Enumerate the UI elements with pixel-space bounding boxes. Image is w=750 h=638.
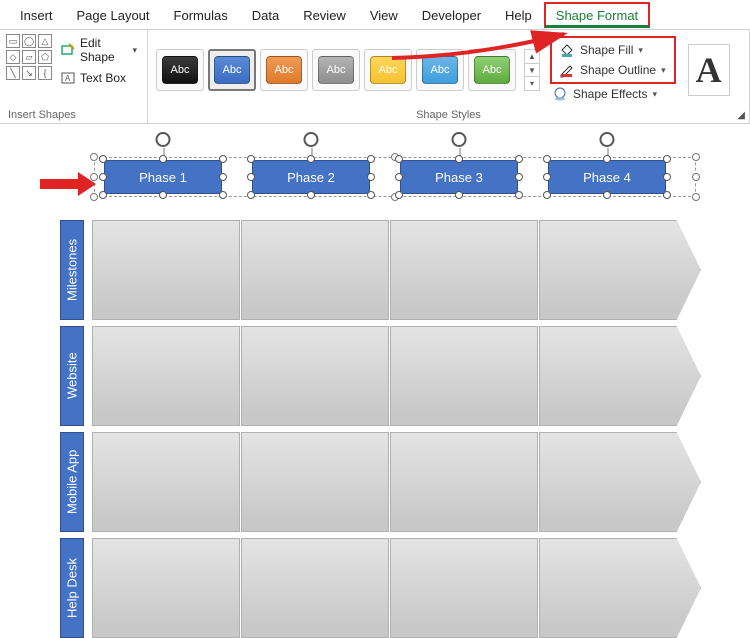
rotate-handle-icon[interactable] (600, 132, 615, 147)
roadmap-cell[interactable] (241, 326, 389, 426)
roadmap-cell[interactable] (241, 538, 389, 638)
phase-shape-2[interactable]: Phase 2 (252, 160, 370, 194)
phase-shape-3[interactable]: Phase 3 (400, 160, 518, 194)
text-box-icon: A (60, 70, 76, 86)
swatch-label: Abc (162, 56, 198, 84)
shape-outline-button[interactable]: Shape Outline ▾ (557, 61, 668, 79)
fill-outline-callout: Shape Fill ▾ Shape Outline ▾ (550, 36, 676, 84)
roadmap-cell[interactable] (390, 432, 538, 532)
text-box-label: Text Box (80, 71, 126, 85)
swatch-label: Abc (474, 56, 510, 84)
text-box-button[interactable]: A Text Box (56, 68, 141, 88)
phase-label: Phase 3 (400, 160, 518, 194)
chevron-down-icon: ▾ (638, 45, 643, 56)
shapes-gallery-mini[interactable]: ▭◯△ ◇▱⬠ ╲↘{ (6, 34, 52, 80)
tab-help[interactable]: Help (493, 2, 544, 28)
lane-row (92, 538, 701, 638)
roadmap-cell[interactable] (539, 432, 701, 532)
swatch-label: Abc (266, 56, 302, 84)
swatch-label: Abc (422, 56, 458, 84)
roadmap-cell[interactable] (539, 220, 701, 320)
style-swatch-lightblue[interactable]: Abc (416, 49, 464, 91)
phase-shape-4[interactable]: Phase 4 (548, 160, 666, 194)
wordart-style-swatch[interactable]: A (688, 44, 730, 96)
tab-data[interactable]: Data (240, 2, 291, 28)
style-swatch-yellow[interactable]: Abc (364, 49, 412, 91)
roadmap-cell[interactable] (92, 220, 240, 320)
group-insert-shapes: ▭◯△ ◇▱⬠ ╲↘{ Edit Shape ▾ A Text Box (0, 30, 148, 123)
chevron-down-icon: ▾ (132, 45, 137, 56)
svg-text:A: A (65, 74, 71, 83)
group-label-insert-shapes: Insert Shapes (6, 107, 141, 121)
roadmap-cell[interactable] (390, 538, 538, 638)
swatch-label: Abc (214, 56, 250, 84)
chevron-down-icon: ▾ (661, 65, 666, 76)
tab-view[interactable]: View (358, 2, 410, 28)
swatch-label: Abc (370, 56, 406, 84)
pen-icon (559, 62, 575, 78)
row-label-help-desk: Help Desk (60, 538, 84, 638)
phase-label: Phase 2 (252, 160, 370, 194)
tab-developer[interactable]: Developer (410, 2, 493, 28)
shape-styles-gallery[interactable]: Abc Abc Abc Abc Abc Abc Abc (156, 49, 516, 91)
style-swatch-green[interactable]: Abc (468, 49, 516, 91)
row-label-website: Website (60, 326, 84, 426)
gallery-down-icon[interactable]: ▼ (525, 64, 539, 78)
row-label-mobile-app: Mobile App (60, 432, 84, 532)
roadmap-cell[interactable] (241, 432, 389, 532)
roadmap-cell[interactable] (92, 432, 240, 532)
ribbon-body: ▭◯△ ◇▱⬠ ╲↘{ Edit Shape ▾ A Text Box (0, 30, 750, 124)
annotation-arrow-left (38, 170, 98, 200)
edit-shape-icon (60, 42, 76, 58)
tab-page-layout[interactable]: Page Layout (65, 2, 162, 28)
roadmap-cell[interactable] (92, 538, 240, 638)
roadmap-cell[interactable] (390, 220, 538, 320)
tab-insert[interactable]: Insert (8, 2, 65, 28)
style-swatch-blue[interactable]: Abc (208, 49, 256, 91)
phase-label: Phase 1 (104, 160, 222, 194)
phase-label: Phase 4 (548, 160, 666, 194)
rotate-handle-icon[interactable] (304, 132, 319, 147)
roadmap-cell[interactable] (92, 326, 240, 426)
rotate-handle-icon[interactable] (452, 132, 467, 147)
edit-shape-label: Edit Shape (80, 36, 128, 64)
dialog-launcher-icon[interactable]: ◢ (737, 110, 745, 121)
tab-formulas[interactable]: Formulas (162, 2, 240, 28)
lane-row (92, 432, 701, 532)
lane-row (92, 326, 701, 426)
roadmap-cell[interactable] (390, 326, 538, 426)
gallery-up-icon[interactable]: ▲ (525, 50, 539, 64)
shape-effects-button[interactable]: Shape Effects ▾ (546, 84, 676, 104)
ribbon-tabs: Insert Page Layout Formulas Data Review … (0, 0, 750, 30)
shape-fill-button[interactable]: Shape Fill ▾ (557, 41, 668, 59)
phase-shape-1[interactable]: Phase 1 (104, 160, 222, 194)
swatch-label: Abc (318, 56, 354, 84)
style-swatch-black[interactable]: Abc (156, 49, 204, 91)
worksheet-canvas: Phase 1 Phase 2 Phase 3 Phase 4 Milestones W… (0, 124, 750, 638)
phase-row: Phase 1 Phase 2 Phase 3 Phase 4 (104, 160, 666, 194)
shape-outline-label: Shape Outline (580, 63, 656, 77)
roadmap-cell[interactable] (539, 538, 701, 638)
roadmap-cell[interactable] (241, 220, 389, 320)
shape-effects-label: Shape Effects (573, 87, 648, 101)
chevron-down-icon: ▾ (653, 89, 658, 100)
group-shape-styles: Abc Abc Abc Abc Abc Abc Abc ▲ ▼ ▾ Shape Fill ▾ (148, 30, 750, 123)
tab-review[interactable]: Review (291, 2, 358, 28)
style-swatch-gray[interactable]: Abc (312, 49, 360, 91)
roadmap-grid: Milestones Website Mobile App Help Desk (60, 220, 701, 638)
gallery-more-icon[interactable]: ▾ (525, 77, 539, 90)
row-label-milestones: Milestones (60, 220, 84, 320)
edit-shape-button[interactable]: Edit Shape ▾ (56, 34, 141, 66)
rotate-handle-icon[interactable] (156, 132, 171, 147)
lane-row (92, 220, 701, 320)
gallery-scroll[interactable]: ▲ ▼ ▾ (524, 49, 540, 91)
style-swatch-orange[interactable]: Abc (260, 49, 308, 91)
effects-icon (552, 86, 568, 102)
shape-fill-label: Shape Fill (580, 43, 633, 57)
bucket-icon (559, 42, 575, 58)
tab-shape-format[interactable]: Shape Format (544, 2, 650, 28)
group-label-shape-styles: Shape Styles (154, 107, 743, 121)
roadmap-cell[interactable] (539, 326, 701, 426)
